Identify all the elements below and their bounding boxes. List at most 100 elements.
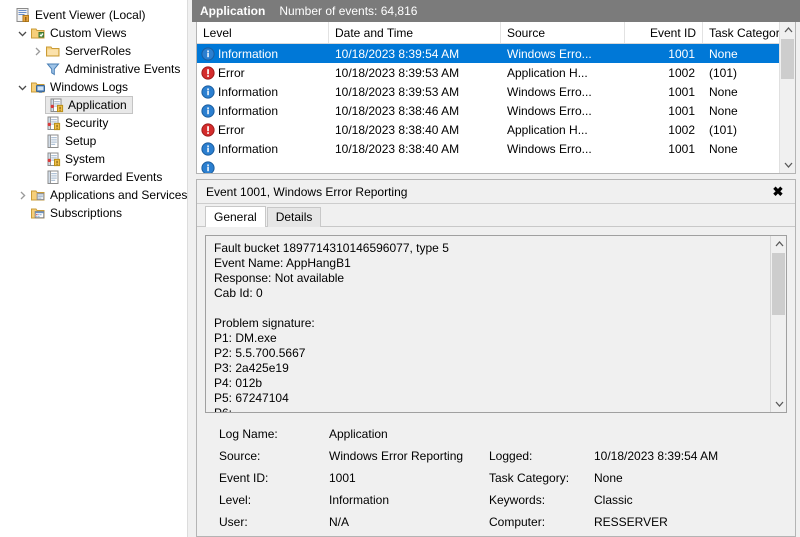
events-list[interactable]: Level Date and Time Source Event ID Task Cat…	[196, 22, 796, 174]
tab-general[interactable]: General	[205, 206, 266, 227]
meta-value-log-name: Application	[329, 427, 388, 441]
cell-task: None	[709, 46, 738, 61]
tree-item-subscriptions[interactable]: Subscriptions	[0, 204, 187, 222]
tree-item-system[interactable]: System	[0, 150, 187, 168]
cell-date: 10/18/2023 8:38:40 AM	[335, 122, 460, 137]
tree-item-serverroles[interactable]: ServerRoles	[0, 42, 187, 60]
tree-item-forwarded-events[interactable]: Forwarded Events	[0, 168, 187, 186]
information-icon	[201, 46, 215, 61]
tree-item-security[interactable]: Security	[0, 114, 187, 132]
scroll-down-icon[interactable]	[780, 157, 795, 173]
tree-item-label: Applications and Services Lo	[50, 188, 188, 202]
tree-item-custom-views[interactable]: Custom Views	[0, 24, 187, 42]
table-row[interactable]: Information 10/18/2023 8:39:54 AM Windows …	[197, 44, 779, 63]
information-icon	[201, 160, 215, 173]
desc-scroll-thumb[interactable]	[772, 253, 785, 315]
tree-item-content: ServerRoles	[45, 42, 133, 60]
tree-item-content: Application	[45, 96, 133, 114]
tree-item-setup[interactable]: Setup	[0, 132, 187, 150]
table-row[interactable]: Information 10/18/2023 8:38:40 AM Windows …	[197, 139, 779, 158]
event-viewer-window: Event Viewer (Local) Custom Views ServerRo…	[0, 0, 800, 537]
column-header-level[interactable]: Level	[197, 22, 329, 43]
meta-value-logged: 10/18/2023 8:39:54 AM	[594, 449, 719, 463]
tree-item-label: Windows Logs	[50, 80, 129, 94]
events-list-body[interactable]: Level Date and Time Source Event ID Task Cat…	[197, 22, 779, 173]
column-header-event-id[interactable]: Event ID	[625, 22, 703, 43]
information-icon	[201, 103, 215, 118]
tree-item-label: Security	[65, 116, 109, 130]
general-tab-panel: Fault bucket 1897714310146596077, type 5…	[197, 227, 795, 536]
cell-level-text: Information	[218, 103, 279, 118]
desc-scroll-down-icon[interactable]	[771, 396, 786, 412]
cell-task: None	[709, 84, 738, 99]
events-scroll-thumb[interactable]	[781, 39, 794, 79]
column-header-date[interactable]: Date and Time	[329, 22, 501, 43]
log-title-bar: Application Number of events: 64,816	[192, 0, 800, 22]
cell-level-text: Information	[218, 141, 279, 156]
tree-item-administrative-events[interactable]: Administrative Events	[0, 60, 187, 78]
chevron-down-icon[interactable]	[15, 83, 30, 92]
chevron-right-icon[interactable]	[15, 191, 30, 200]
console-tree-pane[interactable]: Event Viewer (Local) Custom Views ServerRo…	[0, 0, 188, 537]
description-scrollbar[interactable]	[770, 236, 786, 412]
cell-event-id: 1002	[668, 122, 695, 137]
error-icon	[201, 65, 215, 80]
scroll-up-icon[interactable]	[780, 22, 795, 38]
cell-task: (101)	[709, 122, 738, 137]
information-icon	[201, 84, 215, 99]
table-row[interactable]: Error 10/18/2023 8:39:53 AM Application H.…	[197, 63, 779, 82]
column-header-source[interactable]: Source	[501, 22, 625, 43]
meta-value-source: Windows Error Reporting	[329, 449, 464, 463]
windows-logs-icon	[30, 79, 46, 95]
main-content-pane: Application Number of events: 64,816 Lev…	[192, 0, 800, 537]
cell-event-id: 1001	[668, 84, 695, 99]
cell-level: Error	[197, 63, 329, 82]
tree-item-label: Forwarded Events	[65, 170, 163, 184]
tree-item-content: Event Viewer (Local)	[15, 6, 148, 24]
meta-spacer-a	[489, 423, 594, 445]
table-row[interactable]: Error 10/18/2023 8:38:40 AM Application H.…	[197, 120, 779, 139]
cell-event-id: 1001	[668, 46, 695, 61]
meta-label-source: Source:	[219, 449, 261, 463]
event-detail-title: Event 1001, Windows Error Reporting	[206, 184, 408, 199]
meta-label-logged: Logged:	[489, 449, 533, 463]
table-row[interactable]: Information 10/18/2023 8:38:46 AM Windows …	[197, 101, 779, 120]
log-event-count: Number of events: 64,816	[279, 4, 418, 18]
cell-level: Information	[197, 82, 329, 101]
tree-item-content: Applications and Services Lo	[30, 186, 188, 204]
events-list-scrollbar[interactable]	[779, 22, 795, 173]
log-alert-icon	[45, 115, 61, 131]
desc-scroll-up-icon[interactable]	[771, 236, 786, 252]
events-column-header[interactable]: Level Date and Time Source Event ID Task Cat…	[197, 22, 779, 44]
cell-level: Error	[197, 120, 329, 139]
cell-date: 10/18/2023 8:39:53 AM	[335, 84, 460, 99]
event-description-box[interactable]: Fault bucket 1897714310146596077, type 5…	[205, 235, 787, 413]
events-rows[interactable]: Information 10/18/2023 8:39:54 AM Windows …	[197, 44, 779, 173]
tree-item-label: Application	[68, 98, 127, 112]
table-row[interactable]: Information 10/18/2023 8:39:53 AM Windows …	[197, 82, 779, 101]
cell-date: 10/18/2023 8:39:53 AM	[335, 65, 460, 80]
event-detail-tabs[interactable]: General Details	[197, 204, 795, 227]
column-header-task[interactable]: Task Category	[703, 22, 779, 43]
meta-value-keywords: Classic	[594, 493, 633, 507]
tree-item-application[interactable]: Application	[0, 96, 187, 114]
event-viewer-icon	[15, 7, 31, 23]
chevron-down-icon[interactable]	[15, 29, 30, 38]
tree-item-windows-logs[interactable]: Windows Logs	[0, 78, 187, 96]
meta-label-computer: Computer:	[489, 515, 546, 529]
cell-event-id: 1001	[668, 103, 695, 118]
tree-item-event-viewer-local[interactable]: Event Viewer (Local)	[0, 6, 187, 24]
log-icon	[45, 169, 61, 185]
cell-level-text: Information	[218, 84, 279, 99]
cell-date: 10/18/2023 8:38:46 AM	[335, 103, 460, 118]
tab-details[interactable]: Details	[266, 207, 322, 227]
table-row-partial[interactable]	[197, 158, 779, 173]
folder-apps-icon	[30, 187, 46, 203]
meta-label-log-name: Log Name:	[219, 427, 278, 441]
tree-item-content: Custom Views	[30, 24, 128, 42]
chevron-right-icon[interactable]	[30, 47, 45, 56]
tree-item-applications-and-services-lo[interactable]: Applications and Services Lo	[0, 186, 187, 204]
close-icon[interactable]: ✖	[767, 182, 789, 202]
cell-level	[197, 158, 329, 173]
tree-item-content: Forwarded Events	[45, 168, 164, 186]
